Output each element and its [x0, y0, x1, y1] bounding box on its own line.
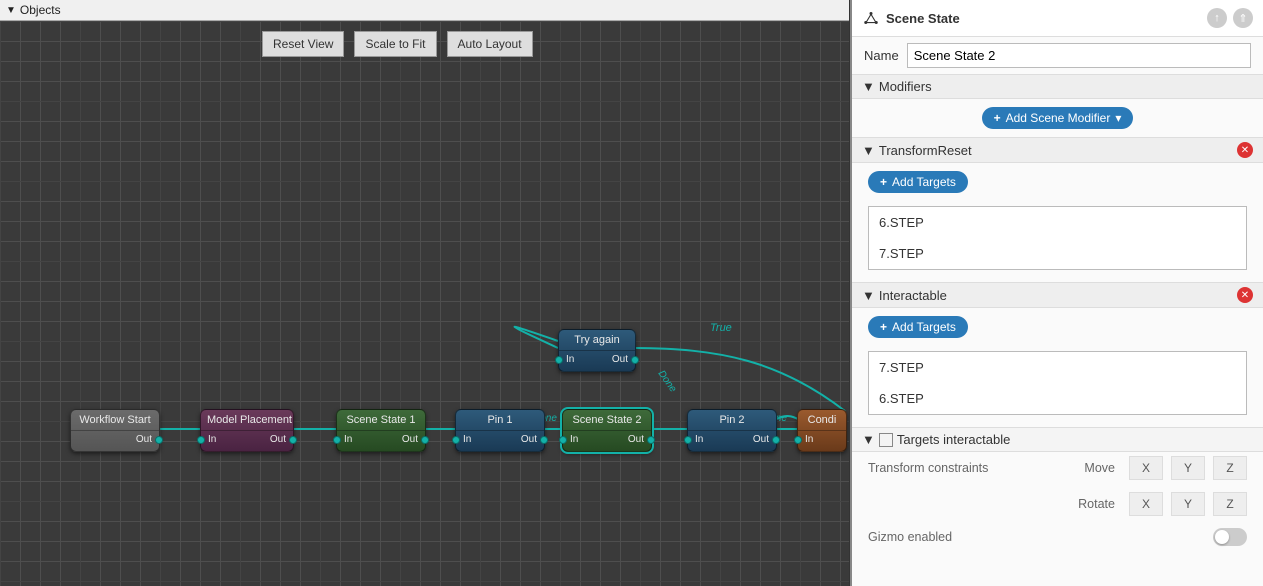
- remove-interactable-button[interactable]: ✕: [1237, 287, 1253, 303]
- transform-reset-section[interactable]: ▼ TransformReset ✕: [852, 137, 1263, 163]
- move-y-button[interactable]: Y: [1171, 456, 1205, 480]
- rotate-x-button[interactable]: X: [1129, 492, 1163, 516]
- targets-interactable-checkbox[interactable]: [879, 433, 893, 447]
- rotate-z-button[interactable]: Z: [1213, 492, 1247, 516]
- auto-layout-button[interactable]: Auto Layout: [447, 31, 533, 57]
- targets-interactable-row[interactable]: ▼ Targets interactable: [852, 427, 1263, 452]
- list-item[interactable]: 6.STEP: [869, 383, 1246, 414]
- port-out-icon[interactable]: [772, 436, 780, 444]
- move-x-button[interactable]: X: [1129, 456, 1163, 480]
- panel-title: Scene State: [886, 11, 1201, 26]
- reset-view-button[interactable]: Reset View: [262, 31, 344, 57]
- port-in-icon[interactable]: [555, 356, 563, 364]
- name-label: Name: [864, 48, 899, 63]
- chevron-down-icon: ▼: [862, 143, 875, 158]
- port-out-icon[interactable]: [631, 356, 639, 364]
- transform-constraints-label: Transform constraints: [868, 461, 988, 475]
- port-out-icon[interactable]: [421, 436, 429, 444]
- chevron-down-icon: ▼: [6, 5, 16, 16]
- scale-to-fit-button[interactable]: Scale to Fit: [354, 31, 436, 57]
- port-in-icon[interactable]: [333, 436, 341, 444]
- node-workflow-start[interactable]: Workflow Start Out: [70, 409, 160, 452]
- canvas-header[interactable]: ▼ Objects: [0, 0, 849, 21]
- remove-transform-reset-button[interactable]: ✕: [1237, 142, 1253, 158]
- list-item[interactable]: 7.STEP: [869, 352, 1246, 383]
- rotate-y-button[interactable]: Y: [1171, 492, 1205, 516]
- plus-icon: +: [880, 320, 887, 334]
- gizmo-toggle[interactable]: [1213, 528, 1247, 546]
- port-in-icon[interactable]: [794, 436, 802, 444]
- node-model-placement[interactable]: Model Placement InOut: [200, 409, 294, 452]
- node-scene-state-2[interactable]: Scene State 2 InOut: [562, 409, 652, 452]
- list-item[interactable]: 7.STEP: [869, 238, 1246, 269]
- inspector-panel: Scene State ↑ ⇑ Name ▼ Modifiers + Add S…: [850, 0, 1263, 586]
- node-condition[interactable]: Condi In: [797, 409, 847, 452]
- plus-icon: +: [994, 111, 1001, 125]
- move-z-button[interactable]: Z: [1213, 456, 1247, 480]
- list-item[interactable]: 6.STEP: [869, 207, 1246, 238]
- port-in-icon[interactable]: [684, 436, 692, 444]
- canvas-title: Objects: [20, 3, 61, 17]
- port-in-icon[interactable]: [559, 436, 567, 444]
- chevron-down-icon: ▼: [862, 432, 875, 447]
- node-canvas[interactable]: Reset View Scale to Fit Auto Layout True…: [0, 21, 849, 586]
- nav-up-button[interactable]: ↑: [1207, 8, 1227, 28]
- port-out-icon[interactable]: [540, 436, 548, 444]
- add-scene-modifier-button[interactable]: + Add Scene Modifier ▾: [982, 107, 1134, 129]
- add-targets-tr-button[interactable]: + Add Targets: [868, 171, 968, 193]
- modifiers-section[interactable]: ▼ Modifiers: [852, 74, 1263, 99]
- chevron-down-icon: ▼: [862, 79, 875, 94]
- node-scene-state-1[interactable]: Scene State 1 InOut: [336, 409, 426, 452]
- edge-label-true: True: [710, 322, 732, 334]
- nav-top-button[interactable]: ⇑: [1233, 8, 1253, 28]
- node-pin-2[interactable]: Pin 2 InOut: [687, 409, 777, 452]
- node-try-again[interactable]: Try again InOut: [558, 329, 636, 372]
- chevron-down-icon: ▼: [862, 288, 875, 303]
- port-out-icon[interactable]: [289, 436, 297, 444]
- scene-state-icon: [862, 9, 880, 27]
- port-in-icon[interactable]: [197, 436, 205, 444]
- name-input[interactable]: [907, 43, 1251, 68]
- interactable-section[interactable]: ▼ Interactable ✕: [852, 282, 1263, 308]
- port-out-icon[interactable]: [155, 436, 163, 444]
- port-out-icon[interactable]: [647, 436, 655, 444]
- transform-reset-targets-list[interactable]: 6.STEP 7.STEP: [868, 206, 1247, 270]
- plus-icon: +: [880, 175, 887, 189]
- interactable-targets-list[interactable]: 7.STEP 6.STEP: [868, 351, 1247, 415]
- port-in-icon[interactable]: [452, 436, 460, 444]
- add-targets-int-button[interactable]: + Add Targets: [868, 316, 968, 338]
- edge-label-done: Done: [656, 369, 679, 395]
- gizmo-label: Gizmo enabled: [868, 530, 952, 544]
- chevron-down-icon: ▾: [1115, 111, 1121, 125]
- node-pin-1[interactable]: Pin 1 InOut: [455, 409, 545, 452]
